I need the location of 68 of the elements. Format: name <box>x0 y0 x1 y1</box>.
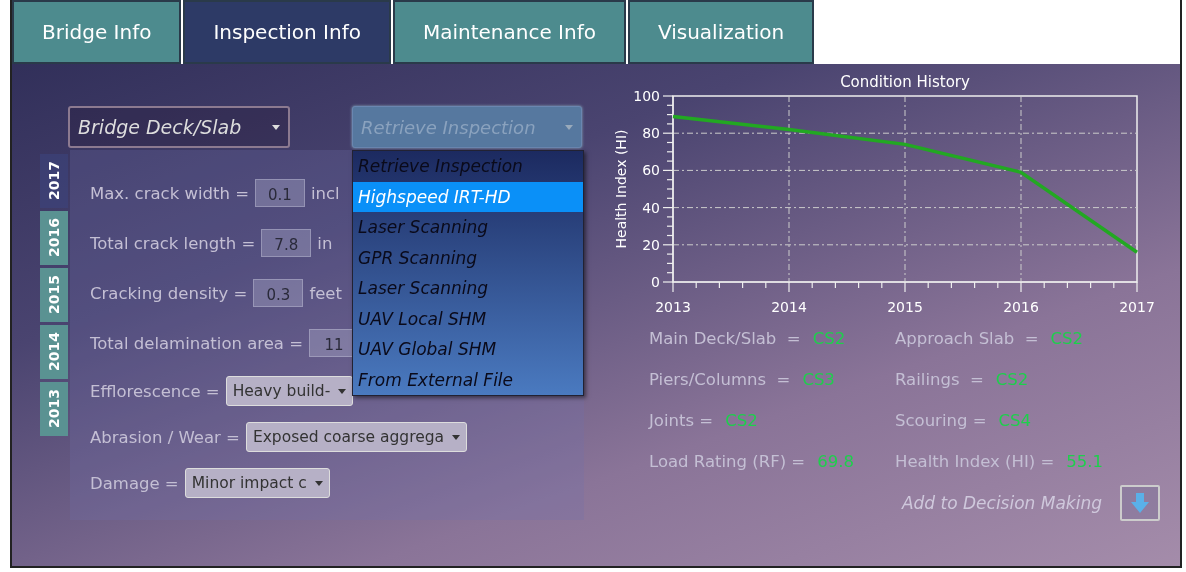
year-tab[interactable]: 2015 <box>40 268 68 322</box>
rating-label: Railings = <box>895 370 984 389</box>
tick-label: 100 <box>633 88 660 104</box>
field-label: Abrasion / Wear = <box>90 427 240 447</box>
down-arrow-icon <box>1131 493 1149 513</box>
unit-label: feet <box>309 283 342 303</box>
select-field[interactable]: Minor impact c <box>184 468 330 498</box>
tick-label: 0 <box>651 274 660 290</box>
part-dropdown[interactable]: Bridge Deck/Slab <box>68 106 290 148</box>
value-field[interactable]: 0.3 <box>253 279 304 307</box>
rating-value: 69.8 <box>817 452 854 471</box>
rating-value: 55.1 <box>1066 452 1104 471</box>
add-label: Add to Decision Making <box>901 493 1102 513</box>
unit-label: incl <box>311 183 340 203</box>
add-button[interactable] <box>1120 485 1160 521</box>
tab[interactable]: Visualization <box>627 0 815 64</box>
tick-label: 80 <box>642 125 660 142</box>
tick-label: 2013 <box>655 299 691 315</box>
rating-label: Scouring = <box>895 411 987 430</box>
menu-item[interactable]: From External File <box>353 364 583 395</box>
tab[interactable]: Bridge Info <box>12 0 182 64</box>
menu-item[interactable]: Laser Scanning <box>353 273 583 304</box>
tick-label: 40 <box>642 199 660 216</box>
caret-icon <box>272 124 280 130</box>
tick-label: 20 <box>642 236 660 253</box>
rating-value: CS3 <box>802 370 835 389</box>
field-label: Total delamination area = <box>90 333 304 353</box>
chart-title: Condition History <box>840 74 970 91</box>
tick-label: 2015 <box>887 299 923 315</box>
year-tab[interactable]: 2017 <box>40 154 68 208</box>
rating-value: CS2 <box>995 370 1029 389</box>
rating-label: Joints = <box>649 411 714 430</box>
year-tab[interactable]: 2014 <box>40 325 68 379</box>
year-tab[interactable]: 2016 <box>40 211 68 265</box>
rating-label: Health Index (HI) = <box>895 452 1055 471</box>
menu-item[interactable]: Laser Scanning <box>353 212 583 243</box>
value-field[interactable]: 7.8 <box>261 229 312 257</box>
field-label: Damage = <box>90 473 179 493</box>
caret-icon <box>338 388 347 394</box>
tick-label: 2014 <box>771 299 807 315</box>
rating-value: CS4 <box>998 411 1031 430</box>
field-label: Cracking density = <box>90 283 248 303</box>
caret-icon <box>314 480 323 486</box>
menu-item[interactable]: Highspeed IRT-HD <box>353 181 583 212</box>
rating-label: Piers/Columns = <box>649 370 791 389</box>
rating-value: CS2 <box>1050 329 1084 348</box>
rating-value: CS2 <box>812 329 846 348</box>
field-label: Total crack length = <box>90 233 256 253</box>
tab[interactable]: Maintenance Info <box>392 0 626 64</box>
select-field[interactable]: Exposed coarse aggrega <box>245 422 468 452</box>
rating-label: Main Deck/Slab = <box>649 329 801 348</box>
caret-icon <box>565 124 573 130</box>
rating-value: CS2 <box>725 411 758 430</box>
select-field[interactable]: Heavy build- <box>225 376 354 406</box>
rating-label: Load Rating (RF) = <box>649 452 806 471</box>
rating-label: Approach Slab = <box>895 329 1039 348</box>
unit-label: in <box>317 233 333 253</box>
field-label: Efflorescence = <box>90 381 220 401</box>
field-label: Max. crack width = <box>90 183 249 203</box>
tick-label: 60 <box>642 162 660 179</box>
year-tab[interactable]: 2013 <box>40 382 68 436</box>
tab[interactable]: Inspection Info <box>183 0 391 64</box>
axis-title: Health Index (HI) <box>613 129 629 249</box>
menu-item[interactable]: GPR Scanning <box>353 242 583 273</box>
caret-icon <box>452 434 461 440</box>
value-field[interactable]: 0.1 <box>255 179 305 207</box>
tick-label: 2016 <box>1003 299 1039 315</box>
tick-label: 2017 <box>1119 299 1155 315</box>
